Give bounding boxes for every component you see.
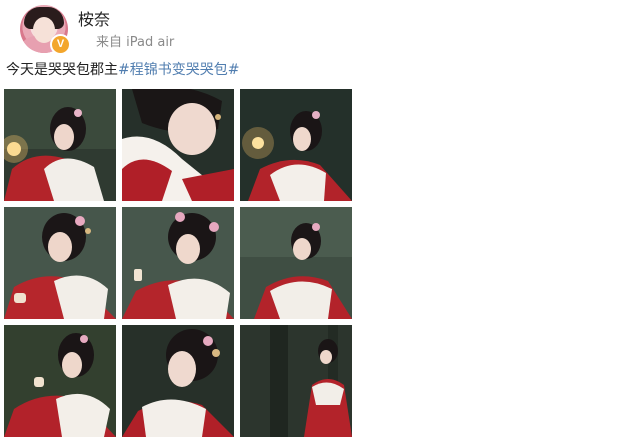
photo-7[interactable] [4, 325, 116, 437]
photo-2[interactable] [122, 89, 234, 201]
photo-5[interactable] [122, 207, 234, 319]
post-text: 今天是哭哭包郡主#程锦书变哭哭包# [6, 59, 239, 79]
weibo-post: V 桉奈 来自 iPad air 今天是哭哭包郡主#程锦书变哭哭包# [0, 0, 640, 448]
photo-6[interactable] [240, 207, 352, 319]
photo-1[interactable] [4, 89, 116, 201]
post-body: 今天是哭哭包郡主 [6, 62, 118, 78]
photo-9[interactable] [240, 325, 352, 437]
photo-grid [4, 89, 352, 437]
post-source: 来自 iPad air [96, 35, 175, 50]
hashtag-link[interactable]: #程锦书变哭哭包# [118, 62, 239, 78]
photo-4[interactable] [4, 207, 116, 319]
avatar[interactable]: V [20, 5, 71, 55]
photo-8[interactable] [122, 325, 234, 437]
username[interactable]: 桉奈 [78, 6, 110, 30]
verified-badge-icon: V [50, 34, 71, 55]
photo-3[interactable] [240, 89, 352, 201]
